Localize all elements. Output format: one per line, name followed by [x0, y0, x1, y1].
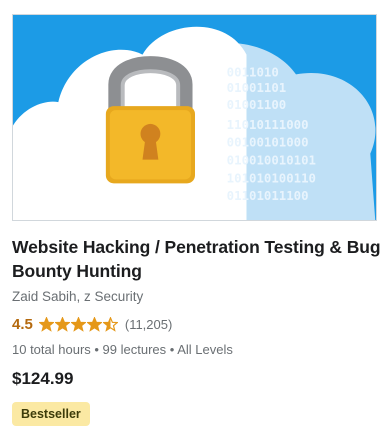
- rating-value: 4.5: [12, 315, 33, 333]
- rating-count: (11,205): [124, 316, 173, 332]
- svg-text:11010111000: 11010111000: [227, 118, 309, 132]
- star-full-icon: [38, 316, 54, 332]
- svg-text:01001100: 01001100: [227, 98, 287, 112]
- course-meta: 10 total hours • 99 lectures • All Level…: [12, 342, 233, 357]
- star-half-icon: [102, 316, 118, 332]
- course-card[interactable]: 0011010 01001101 01001100 11010111000 00…: [0, 0, 391, 442]
- instructor-names: Zaid Sabih, z Security: [12, 289, 144, 304]
- course-price: $124.99: [12, 369, 74, 388]
- course-title[interactable]: Website Hacking / Penetration Testing & …: [12, 235, 382, 283]
- svg-text:101010100110: 101010100110: [227, 171, 316, 185]
- svg-text:0011010: 0011010: [227, 65, 279, 79]
- cloud-padlock-binary-icon: 0011010 01001101 01001100 11010111000 00…: [13, 15, 376, 220]
- star-full-icon: [54, 316, 70, 332]
- star-full-icon: [86, 316, 102, 332]
- star-rating: [38, 316, 119, 332]
- bestseller-badge: Bestseller: [12, 402, 90, 426]
- svg-text:010010010101: 010010010101: [227, 154, 316, 168]
- svg-text:01001101: 01001101: [227, 81, 287, 95]
- svg-text:01101011100: 01101011100: [227, 189, 309, 203]
- star-full-icon: [70, 316, 86, 332]
- rating-row: 4.5 (11,205): [12, 313, 172, 335]
- course-thumbnail[interactable]: 0011010 01001101 01001100 11010111000 00…: [12, 14, 377, 221]
- svg-text:00100101000: 00100101000: [227, 136, 309, 150]
